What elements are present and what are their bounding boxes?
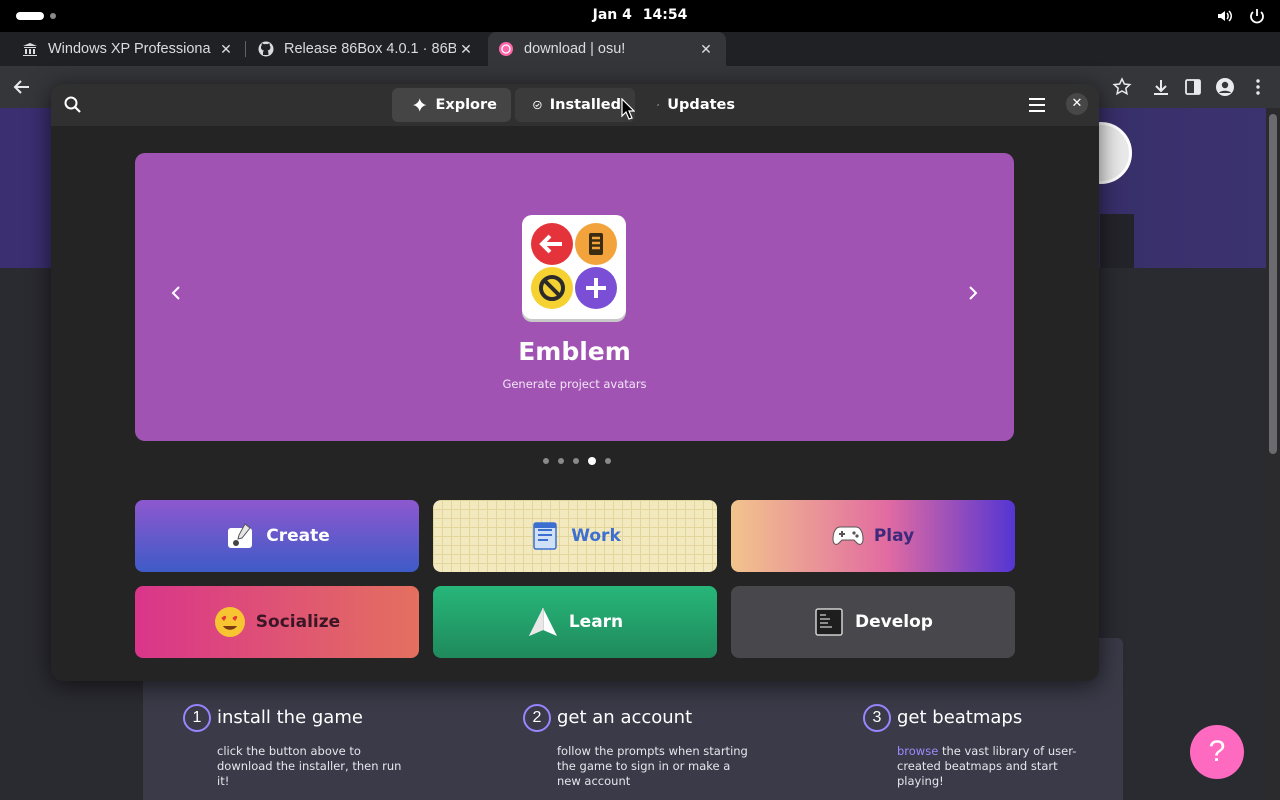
star-sparkle-icon — [412, 98, 427, 112]
archive-icon — [22, 41, 38, 57]
tab-separator — [245, 41, 246, 57]
tab-label: Updates — [667, 97, 735, 113]
side-panel-icon[interactable] — [1183, 77, 1203, 97]
featured-carousel[interactable]: Emblem Generate project avatars — [135, 153, 1014, 441]
category-label: Create — [266, 526, 330, 546]
profile-icon[interactable] — [1215, 77, 1235, 97]
bookmark-star-icon[interactable] — [1112, 77, 1132, 97]
category-label: Play — [873, 526, 915, 546]
category-develop[interactable]: Develop — [731, 586, 1015, 658]
tab-label: Installed — [549, 97, 621, 113]
mouse-cursor-icon — [621, 98, 635, 120]
browser-tab-strip: Windows XP Professiona ✕ Release 86Box 4… — [0, 32, 1280, 91]
step-description: browse the vast library of user-created … — [897, 744, 1097, 789]
step-number: 2 — [523, 704, 551, 732]
page-scrollbar[interactable] — [1266, 108, 1280, 800]
category-play[interactable]: Play — [731, 500, 1015, 572]
carousel-dot[interactable] — [605, 458, 611, 464]
chevron-right-icon[interactable] — [961, 281, 985, 305]
search-icon[interactable] — [63, 95, 83, 115]
system-tray[interactable] — [1216, 7, 1266, 25]
step-description: click the button above to download the i… — [217, 744, 402, 788]
close-tab-icon[interactable]: ✕ — [456, 41, 476, 58]
step-title: get beatmaps — [897, 707, 1023, 728]
clock-date: Jan 4 — [592, 7, 632, 23]
gnome-top-bar: Jan 4 14:54 — [0, 0, 1280, 32]
category-label: Learn — [568, 612, 624, 632]
step-title: get an account — [557, 707, 693, 728]
back-icon[interactable] — [12, 77, 32, 97]
tab-label: Explore — [435, 97, 497, 113]
clock-time: 14:54 — [642, 7, 688, 23]
help-button[interactable]: ? — [1190, 725, 1244, 779]
github-icon — [258, 41, 274, 57]
step-number: 1 — [183, 704, 211, 732]
tab-osu-download[interactable]: download | osu! ✕ — [488, 32, 726, 66]
list-circle-icon — [575, 223, 617, 265]
page-hero-shadow — [1100, 214, 1134, 268]
carousel-indicator[interactable] — [543, 457, 611, 465]
kebab-menu-icon[interactable] — [1248, 77, 1268, 97]
tab-title: download | osu! — [524, 41, 626, 57]
carousel-dot[interactable] — [543, 458, 549, 464]
hamburger-menu-icon[interactable] — [1027, 96, 1047, 114]
tab-86box-release[interactable]: Release 86Box 4.0.1 · 86B ✕ — [248, 32, 486, 66]
terminal-icon — [813, 606, 845, 638]
category-label: Work — [571, 526, 621, 546]
software-headerbar: Explore Installed Updates ✕ — [51, 84, 1099, 126]
category-work[interactable]: Work — [433, 500, 717, 572]
tab-updates[interactable]: Updates — [639, 88, 749, 122]
gnome-software-window: Explore Installed Updates ✕ Emblem Gener… — [51, 84, 1099, 681]
tab-installed[interactable]: Installed — [515, 88, 635, 122]
chevron-left-icon[interactable] — [164, 281, 188, 305]
tab-windows-xp[interactable]: Windows XP Professiona ✕ — [12, 32, 246, 66]
tab-title: Windows XP Professiona — [48, 41, 211, 57]
forbidden-circle-icon — [531, 267, 573, 309]
carousel-dot[interactable] — [573, 458, 579, 464]
tab-title: Release 86Box 4.0.1 · 86B — [284, 41, 456, 57]
scrollbar-thumb[interactable] — [1269, 114, 1277, 454]
featured-app-description: Generate project avatars — [502, 377, 647, 391]
carousel-dot[interactable] — [558, 458, 564, 464]
paper-plane-icon — [527, 606, 559, 638]
step-title: install the game — [217, 707, 363, 728]
osu-icon — [498, 41, 514, 57]
close-tab-icon[interactable]: ✕ — [696, 41, 716, 58]
emblem-app-icon[interactable] — [522, 215, 626, 319]
browse-link[interactable]: browse — [897, 744, 938, 758]
heart-eyes-emoji-icon — [214, 606, 246, 638]
arrow-left-circle-icon — [531, 223, 573, 265]
work-icon — [529, 520, 561, 552]
tab-explore[interactable]: Explore — [392, 88, 511, 122]
close-button[interactable]: ✕ — [1066, 93, 1088, 115]
refresh-icon — [657, 104, 659, 106]
create-icon — [224, 520, 256, 552]
check-circle-icon — [533, 100, 542, 110]
category-create[interactable]: Create — [135, 500, 419, 572]
power-icon[interactable] — [1248, 7, 1266, 25]
volume-icon[interactable] — [1216, 7, 1234, 25]
download-icon[interactable] — [1151, 77, 1171, 97]
step-description: follow the prompts when starting the gam… — [557, 744, 748, 788]
plus-circle-icon — [575, 267, 617, 309]
category-socialize[interactable]: Socialize — [135, 586, 419, 658]
gamepad-icon — [832, 520, 864, 552]
featured-app-name: Emblem — [518, 337, 631, 366]
category-learn[interactable]: Learn — [433, 586, 717, 658]
carousel-dot-active[interactable] — [588, 457, 596, 465]
clock[interactable]: Jan 4 14:54 — [0, 7, 1280, 23]
category-label: Develop — [855, 612, 933, 632]
category-label: Socialize — [255, 612, 341, 632]
close-tab-icon[interactable]: ✕ — [216, 41, 236, 58]
step-number: 3 — [863, 704, 891, 732]
